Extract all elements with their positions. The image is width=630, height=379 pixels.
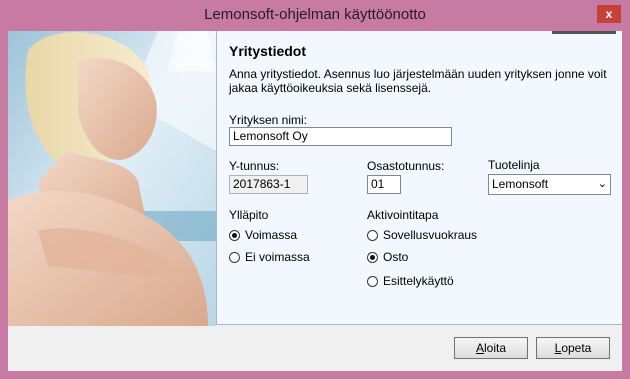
activation-label: Aktivointitapa (367, 208, 439, 222)
business-id-input[interactable]: 2017863-1 (229, 175, 308, 194)
activation-radio-purchase[interactable]: Osto (367, 250, 408, 264)
maintenance-label: Ylläpito (229, 208, 269, 222)
radio-label: Ei voimassa (245, 250, 310, 264)
panel-heading: Yritystiedot (229, 43, 307, 59)
radio-label: Esittelykäyttö (383, 274, 454, 288)
radio-empty-icon (367, 229, 378, 241)
start-button[interactable]: Aloita (454, 337, 528, 359)
radio-empty-icon (229, 251, 240, 263)
department-label: Osastotunnus: (367, 159, 445, 173)
start-mnemonic: A (475, 341, 484, 355)
quit-label: opeta (561, 341, 592, 355)
activation-radio-rental[interactable]: Sovellusvuokraus (367, 228, 477, 242)
business-id-label: Y-tunnus: (229, 159, 280, 173)
radio-label: Sovellusvuokraus (383, 228, 478, 242)
activation-radio-demo[interactable]: Esittelykäyttö (367, 274, 454, 288)
maintenance-radio-invalid[interactable]: Ei voimassa (229, 250, 310, 264)
product-line-select[interactable]: Lemonsoft ⌄ (488, 174, 611, 195)
department-input[interactable]: 01 (367, 175, 401, 194)
radio-selected-icon (367, 251, 378, 263)
maintenance-radio-valid[interactable]: Voimassa (229, 228, 297, 242)
dialog-window: Lemonsoft-ohjelman käyttöönotto x Yritys… (0, 0, 630, 379)
window-title: Lemonsoft-ohjelman käyttöönotto (204, 6, 426, 23)
panel-description: Anna yritystiedot. Asennus luo järjestel… (229, 67, 607, 95)
close-button[interactable]: x (597, 5, 621, 23)
company-info-panel: Yritystiedot Anna yritystiedot. Asennus … (216, 31, 622, 325)
start-label: loita (484, 341, 507, 355)
radio-label: Osto (383, 250, 409, 264)
company-name-label: Yrityksen nimi: (229, 113, 308, 127)
radio-selected-icon (229, 229, 240, 241)
company-name-input[interactable]: Lemonsoft Oy (229, 127, 452, 146)
panel-top-marker (552, 31, 616, 34)
woman-photo-illustration (8, 31, 216, 326)
product-line-label: Tuotelinja (488, 158, 540, 172)
chevron-down-icon: ⌄ (597, 178, 607, 190)
title-bar[interactable]: Lemonsoft-ohjelman käyttöönotto x (0, 0, 630, 30)
dialog-client-area: Yritystiedot Anna yritystiedot. Asennus … (8, 31, 622, 371)
radio-label: Voimassa (245, 228, 298, 242)
product-line-value: Lemonsoft (492, 177, 549, 191)
radio-empty-icon (367, 275, 378, 287)
quit-button[interactable]: Lopeta (536, 337, 610, 359)
side-photo (8, 31, 216, 326)
